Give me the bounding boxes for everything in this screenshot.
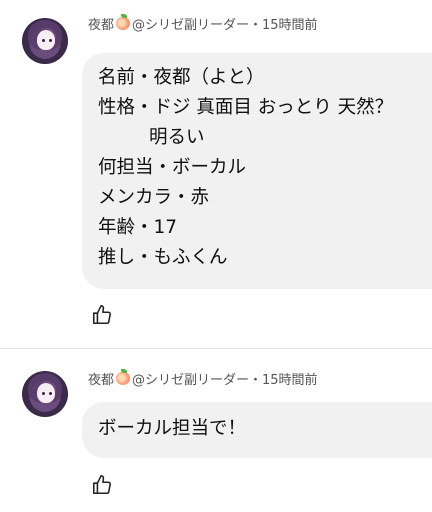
peach-emoji-icon [116,14,131,30]
author-meta: @シリゼ副リーダー・15時間前 [132,373,318,388]
comment-line: メンカラ・赤 [98,187,210,208]
author-name[interactable]: 夜都 [88,14,114,33]
avatar-eye [42,392,45,395]
avatar-face [37,383,55,403]
avatar-eye [49,392,52,395]
comment-line: 何担当・ボーカル [98,157,247,178]
comment-1: 夜都 @シリゼ副リーダー・15時間前 名前・夜都（よと） 性格・ドジ 真面目 お… [0,0,432,348]
comment-line: 推し・もふくん [98,247,228,268]
thumbs-up-icon[interactable] [91,474,113,496]
comment-bubble: 名前・夜都（よと） 性格・ドジ 真面目 おっとり 天然？ 明るい 何担当・ボーカ… [82,53,432,289]
avatar[interactable] [22,18,68,64]
comment-line: 年齢・17 [98,217,178,238]
author-name[interactable]: 夜都 [88,369,114,388]
comment-header: 夜都 @シリゼ副リーダー・15時間前 [88,369,318,388]
comment-line: 性格・ドジ 真面目 おっとり 天然？ [98,97,394,118]
avatar-face [37,30,55,50]
comment-2: 夜都 @シリゼ副リーダー・15時間前 ボーカル担当で！ [0,349,432,512]
author-meta: @シリゼ副リーダー・15時間前 [132,18,318,33]
comment-header: 夜都 @シリゼ副リーダー・15時間前 [88,14,318,33]
thumbs-up-icon[interactable] [91,304,113,326]
comment-line: 名前・夜都（よと） [98,67,265,88]
peach-emoji-icon [116,369,131,385]
avatar-eye [49,39,52,42]
comment-line: 明るい [149,127,205,148]
comment-line: ボーカル担当で！ [98,418,247,439]
avatar[interactable] [22,371,68,417]
avatar-eye [42,39,45,42]
comment-bubble: ボーカル担当で！ [82,402,432,458]
